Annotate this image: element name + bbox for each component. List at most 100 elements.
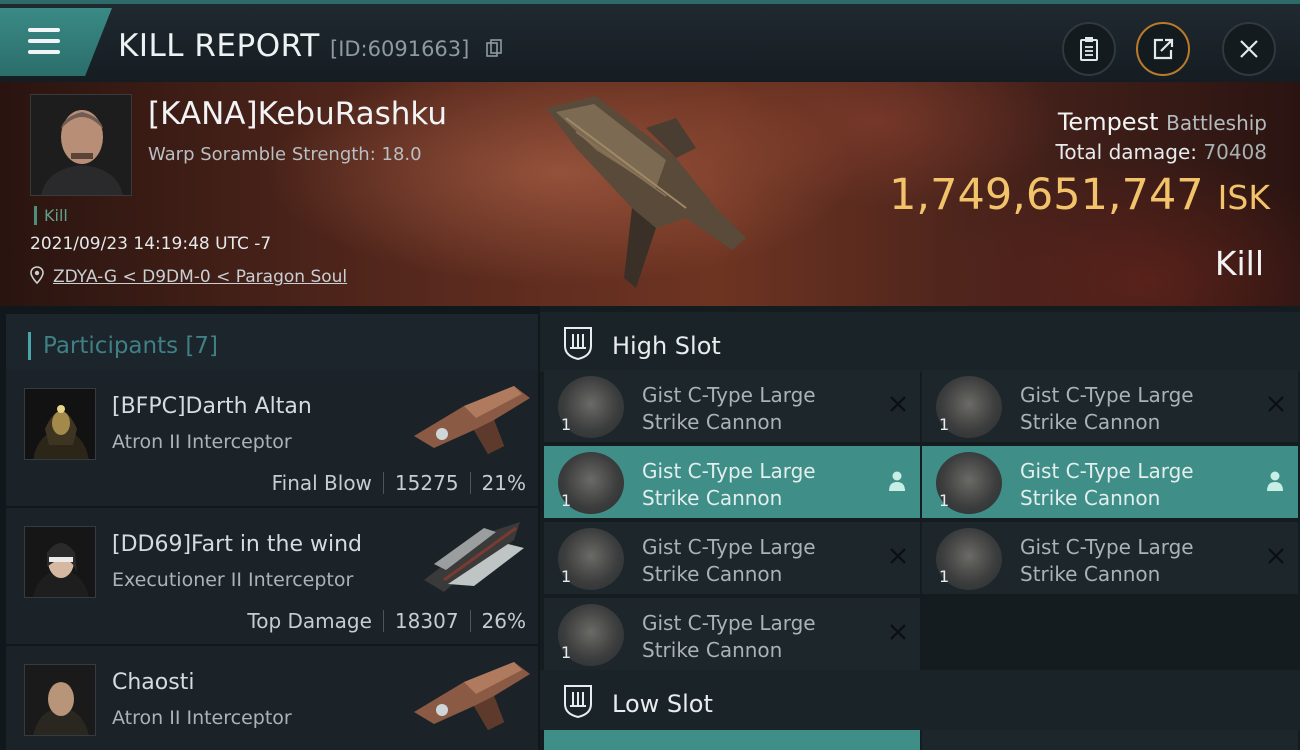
kill-tag: Kill <box>34 206 68 225</box>
participant-ship: Executioner II Interceptor <box>112 569 354 591</box>
avatar <box>24 664 96 736</box>
module-name: Gist C-Type Large Strike Cannon <box>642 534 882 588</box>
isk-unit: ISK <box>1217 178 1270 217</box>
module-name: Gist C-Type Large Strike Cannon <box>642 382 882 436</box>
participant-ship: Atron II Interceptor <box>112 431 292 453</box>
low-slot-module-peek[interactable] <box>922 730 1298 750</box>
module-name-line1: Gist C-Type Large <box>642 535 816 559</box>
kill-timestamp: 2021/09/23 14:19:48 UTC -7 <box>30 234 272 254</box>
module-name: Gist C-Type Large Strike Cannon <box>642 458 882 512</box>
module-name: Gist C-Type Large Strike Cannon <box>1020 382 1260 436</box>
dropped-person-icon <box>1267 471 1283 491</box>
module-quantity: 1 <box>939 491 950 510</box>
module-name-line1: Gist C-Type Large <box>642 611 816 635</box>
module-item[interactable]: 1 Gist C-Type Large Strike Cannon <box>544 446 920 518</box>
participant-name[interactable]: Chaosti <box>112 670 194 695</box>
module-item[interactable]: 1 Gist C-Type Large Strike Cannon <box>544 370 920 442</box>
destroyed-icon <box>1268 396 1284 412</box>
destroyed-icon <box>1268 548 1284 564</box>
high-slot-header[interactable]: High Slot <box>540 312 1300 372</box>
isk-value-line: 1,749,651,747 ISK <box>889 170 1270 220</box>
victim-ship-image <box>546 96 746 288</box>
module-name-line1: Gist C-Type Large <box>1020 459 1194 483</box>
module-name-line1: Gist C-Type Large <box>642 459 816 483</box>
participant-name[interactable]: [BFPC]Darth Altan <box>112 394 312 419</box>
module-name-line1: Gist C-Type Large <box>1020 535 1194 559</box>
participant-role: Final Blow <box>271 471 372 495</box>
low-slot-label: Low Slot <box>612 690 713 718</box>
module-quantity: 1 <box>939 415 950 434</box>
high-slot-label: High Slot <box>612 332 721 360</box>
low-slot-icon <box>564 685 592 718</box>
total-damage-label: Total damage: <box>1055 140 1198 164</box>
ship-name: Tempest <box>1057 108 1159 136</box>
copy-icon[interactable] <box>486 39 502 57</box>
module-name-line2: Strike Cannon <box>642 562 783 586</box>
low-slot-header[interactable]: Low Slot <box>540 670 1300 730</box>
module-name-line2: Strike Cannon <box>642 410 783 434</box>
close-icon <box>1240 40 1258 58</box>
participant-ship-image <box>414 662 530 730</box>
module-name-line2: Strike Cannon <box>1020 562 1161 586</box>
module-quantity: 1 <box>939 567 950 586</box>
participant-row[interactable]: [DD69]Fart in the wind Executioner II In… <box>6 508 538 644</box>
participant-row[interactable]: [BFPC]Darth Altan Atron II Interceptor F… <box>6 370 538 506</box>
participant-ship-image <box>424 522 524 592</box>
module-item[interactable]: 1 Gist C-Type Large Strike Cannon <box>922 446 1298 518</box>
report-id: [ID:6091663] <box>330 37 470 61</box>
module-quantity: 1 <box>561 491 572 510</box>
participants-title: Participants [7] <box>28 332 218 360</box>
high-slot-icon <box>564 327 592 360</box>
module-quantity: 1 <box>561 643 572 662</box>
avatar <box>24 388 96 460</box>
module-name-line2: Strike Cannon <box>1020 486 1161 510</box>
participant-damage: 15275 <box>394 471 459 495</box>
participant-damage: 18307 <box>394 609 459 633</box>
avatar <box>24 526 96 598</box>
module-name-line2: Strike Cannon <box>642 638 783 662</box>
isk-value: 1,749,651,747 <box>889 170 1204 220</box>
share-icon <box>1153 38 1174 60</box>
victim-banner: [KANA]KebuRashku Warp Soramble Strength:… <box>0 82 1300 306</box>
menu-icon-bar <box>28 50 60 54</box>
participant-percent: 21% <box>481 471 526 495</box>
location-link[interactable]: ZDYA-G < D9DM-0 < Paragon Soul <box>53 267 347 287</box>
module-name: Gist C-Type Large Strike Cannon <box>642 610 882 664</box>
close-button[interactable] <box>1222 22 1276 76</box>
destroyed-icon <box>890 624 906 640</box>
ship-type: Tempest Battleship <box>1058 108 1267 136</box>
page-title: KILL REPORT <box>118 28 320 64</box>
menu-button[interactable] <box>0 8 112 76</box>
clipboard-icon <box>1080 37 1098 61</box>
participant-name[interactable]: [DD69]Fart in the wind <box>112 532 362 557</box>
total-damage-value: 70408 <box>1203 140 1267 164</box>
menu-icon-bar <box>28 39 60 43</box>
result-label: Kill <box>1214 244 1264 283</box>
divider <box>469 472 471 494</box>
participant-row[interactable]: Chaosti Atron II Interceptor <box>6 646 538 750</box>
module-name-line1: Gist C-Type Large <box>1020 383 1194 407</box>
victim-name[interactable]: [KANA]KebuRashku <box>148 96 447 132</box>
module-quantity: 1 <box>561 567 572 586</box>
low-slot-module-peek[interactable] <box>544 730 920 750</box>
share-button[interactable] <box>1136 22 1190 76</box>
module-item[interactable]: 1 Gist C-Type Large Strike Cannon <box>544 522 920 594</box>
module-item[interactable]: 1 Gist C-Type Large Strike Cannon <box>922 370 1298 442</box>
divider <box>382 610 384 632</box>
clipboard-button[interactable] <box>1062 22 1116 76</box>
participant-percent: 26% <box>481 609 526 633</box>
participant-role: Top Damage <box>247 609 372 633</box>
module-name: Gist C-Type Large Strike Cannon <box>1020 458 1260 512</box>
avatar <box>31 95 131 195</box>
menu-icon <box>28 28 60 32</box>
divider <box>469 610 471 632</box>
ship-class: Battleship <box>1166 111 1267 135</box>
victim-portrait[interactable] <box>30 94 132 196</box>
location-pin-icon <box>30 266 44 284</box>
module-item[interactable]: 1 Gist C-Type Large Strike Cannon <box>922 522 1298 594</box>
module-item[interactable]: 1 Gist C-Type Large Strike Cannon <box>544 598 920 670</box>
module-name-line2: Strike Cannon <box>642 486 783 510</box>
participant-stats: Top Damage 18307 26% <box>247 609 526 633</box>
module-name-line1: Gist C-Type Large <box>642 383 816 407</box>
participants-header[interactable]: Participants [7] <box>6 314 538 370</box>
